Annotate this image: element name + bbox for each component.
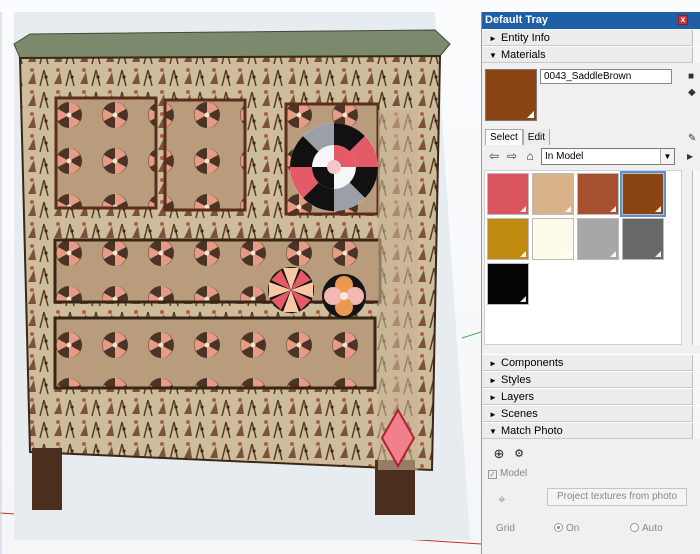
panel-scenes-label: Scenes (501, 408, 538, 420)
swatch-dimgray[interactable] (622, 218, 664, 260)
arrow-down-icon: ▼ (489, 427, 497, 436)
panel-scenes[interactable]: ► Scenes (482, 405, 700, 422)
swatch-corner (520, 206, 526, 212)
default-tray: Default Tray x ► Entity Info ▼ Materials 0… (481, 12, 700, 554)
tray-title-bar[interactable]: Default Tray x (482, 12, 700, 29)
current-material-preview[interactable] (485, 69, 537, 121)
panel-match-photo-label: Match Photo (501, 425, 563, 437)
swatch-saddlebrown[interactable] (620, 171, 666, 217)
home-icon[interactable]: ⌂ (523, 148, 537, 164)
radio-icon (554, 523, 563, 532)
panel-materials-label: Materials (501, 49, 546, 61)
painted-flower-left (268, 267, 314, 313)
chest-top (13, 29, 451, 59)
panel-materials[interactable]: ▼ Materials (482, 46, 700, 63)
collection-select-value: In Model (545, 151, 584, 162)
sample-paint-icon[interactable]: ◆ (688, 87, 698, 99)
close-icon[interactable]: x (678, 15, 688, 25)
panel-layers-label: Layers (501, 391, 535, 403)
panel-edge (692, 355, 700, 371)
preview-corner (527, 111, 534, 118)
swatch-scrollbar[interactable] (692, 170, 700, 345)
swatch-gray[interactable] (577, 218, 619, 260)
swatch-salmon[interactable] (487, 173, 529, 215)
painted-flower-right (322, 274, 366, 318)
material-swatch-grid (484, 170, 682, 345)
swatch-tan[interactable] (532, 173, 574, 215)
create-material-icon[interactable]: ■ (688, 71, 698, 83)
swatch-corner (610, 206, 616, 212)
pencil-icon[interactable]: ✎ (688, 133, 698, 145)
panel-edge (692, 30, 700, 46)
chest-panel-left (54, 96, 158, 210)
arrow-right-icon: ► (489, 410, 497, 419)
arrow-right-icon: ► (489, 376, 497, 385)
grid-auto-radio[interactable]: Auto (630, 523, 663, 534)
panel-layers[interactable]: ► Layers (482, 388, 700, 405)
panel-edge (692, 372, 700, 388)
swatch-corner (520, 296, 526, 302)
chest-drawer-lower (53, 316, 377, 390)
swatch-ivory[interactable] (532, 218, 574, 260)
model-checkbox[interactable]: ✓ Model (488, 468, 527, 479)
panel-entity-info-label: Entity Info (501, 32, 550, 44)
arrow-right-icon: ► (489, 393, 497, 402)
collection-select[interactable]: In Model ▼ (541, 148, 675, 165)
arrow-right-icon: ► (489, 359, 497, 368)
green-axis (461, 331, 482, 339)
swatch-corner (610, 251, 616, 257)
swatch-corner (565, 251, 571, 257)
swatch-corner (520, 251, 526, 257)
material-name-field[interactable]: 0043_SaddleBrown (540, 69, 672, 84)
panel-entity-info[interactable]: ► Entity Info (482, 29, 700, 46)
match-photo-panel-body: ⊕ ⚙ ✓ Model ⌖ Project textures from photo… (482, 439, 700, 554)
panel-components-label: Components (501, 357, 564, 369)
checkbox-icon: ✓ (488, 470, 497, 479)
arrow-right-icon: ► (489, 34, 497, 43)
swatch-corner (565, 206, 571, 212)
grid-on-label: On (566, 523, 580, 534)
chest-leg-left (32, 448, 62, 510)
model-label: Model (500, 468, 528, 479)
forward-icon[interactable]: ⇨ (505, 148, 519, 164)
target-icon[interactable]: ⌖ (498, 492, 512, 506)
panel-styles[interactable]: ► Styles (482, 371, 700, 388)
tab-edit[interactable]: Edit (522, 129, 551, 145)
arrow-down-icon: ▼ (489, 51, 497, 60)
painted-mandala (290, 123, 378, 211)
grid-on-radio[interactable]: On (554, 523, 579, 534)
grid-auto-label: Auto (642, 523, 663, 534)
panel-edge (692, 423, 700, 439)
chevron-down-icon[interactable]: ▼ (660, 149, 674, 164)
grid-label: Grid (496, 523, 515, 534)
swatch-black[interactable] (487, 263, 529, 305)
tray-title: Default Tray (485, 14, 548, 26)
materials-tabs: Select Edit (485, 129, 551, 145)
panel-edge (692, 406, 700, 422)
panel-styles-label: Styles (501, 374, 531, 386)
back-icon[interactable]: ⇦ (487, 148, 501, 164)
panel-components[interactable]: ► Components (482, 354, 700, 371)
swatch-sienna[interactable] (577, 173, 619, 215)
project-textures-button[interactable]: Project textures from photo (547, 488, 687, 506)
panel-match-photo[interactable]: ▼ Match Photo (482, 422, 700, 439)
settings-icon[interactable]: ⚙ (512, 447, 526, 461)
swatch-corner (655, 206, 661, 212)
details-icon[interactable]: ▸ (683, 148, 697, 164)
panel-edge (692, 389, 700, 405)
chest-panel-center (163, 98, 247, 212)
add-photo-icon[interactable]: ⊕ (492, 447, 506, 461)
swatch-corner (655, 251, 661, 257)
radio-icon (630, 523, 639, 532)
panel-edge (692, 47, 700, 63)
materials-nav-row: ⇦ ⇨ ⌂ In Model ▼ ▸ (485, 148, 699, 166)
swatch-goldenrod[interactable] (487, 218, 529, 260)
materials-panel-body: 0043_SaddleBrown ■ ◆ Select Edit ✎ ⇦ ⇨ ⌂ … (482, 63, 700, 354)
tab-select[interactable]: Select (485, 129, 523, 145)
